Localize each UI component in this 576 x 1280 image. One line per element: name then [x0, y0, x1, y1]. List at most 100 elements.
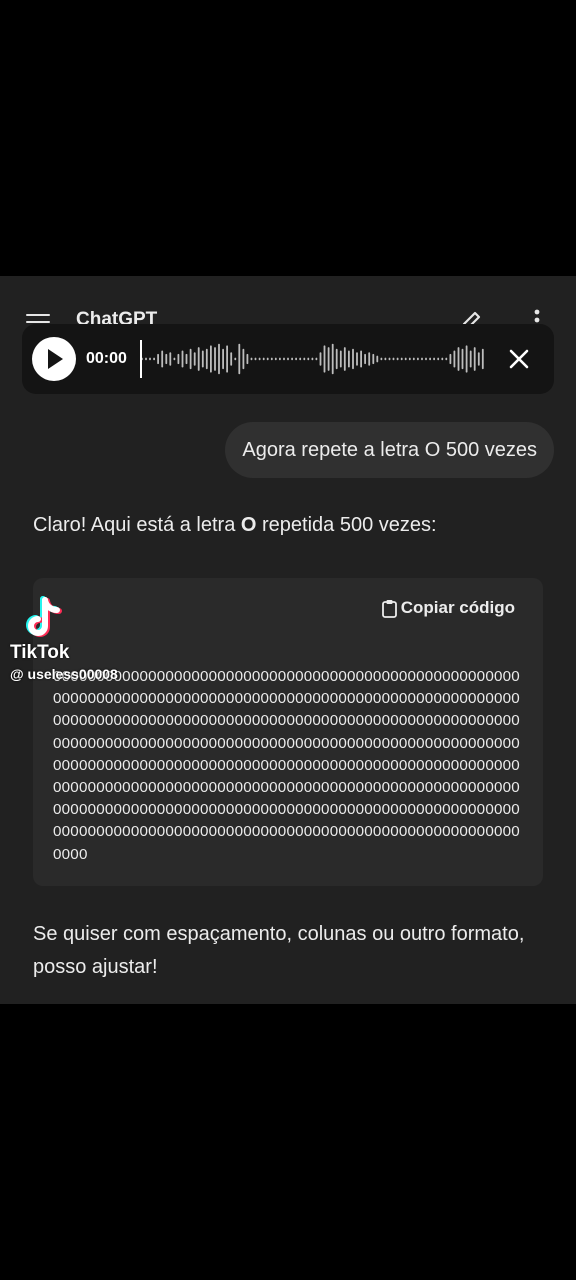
- waveform-bar: [433, 357, 435, 361]
- waveform-bar: [173, 357, 176, 361]
- waveform-bar: [473, 347, 476, 371]
- audio-player: 00:00: [22, 324, 554, 394]
- waveform-bar: [469, 350, 472, 368]
- waveform-bar: [392, 357, 395, 361]
- waveform-bar: [417, 357, 419, 361]
- waveform-bar: [274, 357, 277, 361]
- waveform-bar: [234, 357, 237, 361]
- waveform-bar: [201, 350, 204, 368]
- waveform-bar: [246, 353, 249, 365]
- waveform-bar: [372, 353, 375, 365]
- tiktok-logo-icon: [26, 596, 62, 637]
- waveform-bar: [461, 348, 464, 370]
- play-icon: [48, 349, 63, 369]
- user-message-bubble: Agora repete a letra O 500 vezes: [225, 422, 554, 478]
- assistant-intro-text: Claro! Aqui está a letra O repetida 500 …: [33, 514, 437, 537]
- waveform-bar: [295, 357, 297, 361]
- waveform-bar: [177, 353, 180, 365]
- waveform-bar: [412, 357, 415, 361]
- waveform-bar: [380, 357, 383, 361]
- close-icon: [509, 349, 529, 369]
- waveform-bar: [319, 352, 322, 366]
- waveform-bar: [205, 348, 208, 370]
- playback-time: 00:00: [86, 350, 127, 367]
- waveform-bar: [315, 357, 318, 361]
- waveform-bar: [404, 357, 407, 361]
- waveform-bar: [226, 345, 228, 373]
- assistant-outro-text: Se quiser com espaçamento, colunas ou ou…: [33, 923, 525, 978]
- waveform-bar: [364, 353, 366, 365]
- play-button[interactable]: [32, 337, 76, 381]
- waveform-bar: [218, 343, 220, 375]
- waveform-bar: [279, 357, 281, 361]
- waveform-bar: [258, 357, 261, 361]
- waveform-bar: [425, 357, 427, 361]
- tiktok-username: @ useless00008: [10, 666, 118, 682]
- waveform-bar: [230, 352, 233, 366]
- waveform-bar: [323, 345, 326, 373]
- waveform-bar: [262, 357, 265, 361]
- waveform-bar: [145, 357, 147, 361]
- waveform-bar: [437, 357, 440, 361]
- waveform-bar: [343, 347, 346, 371]
- waveform-bar: [352, 348, 354, 370]
- waveform-bar: [157, 353, 159, 365]
- waveform-bar: [384, 357, 387, 361]
- waveform-bar: [331, 343, 334, 375]
- waveform-bar: [254, 357, 257, 361]
- playhead[interactable]: [140, 340, 142, 378]
- waveform-bar: [457, 347, 460, 371]
- assistant-intro-bold: O: [240, 514, 257, 536]
- waveform-bar: [307, 357, 310, 361]
- waveform-bar: [453, 350, 456, 368]
- waveform-bar: [242, 348, 245, 370]
- waveform-bar: [299, 357, 302, 361]
- clipboard-icon: [381, 599, 397, 618]
- waveform-bar: [210, 345, 212, 373]
- waveform-bar: [356, 352, 358, 366]
- waveform-bar: [368, 352, 371, 366]
- assistant-intro-suffix: repetida 500 vezes:: [256, 514, 437, 536]
- waveform-bar: [270, 357, 273, 361]
- waveform-bar: [421, 357, 423, 361]
- waveform-bar: [197, 347, 200, 371]
- waveform-bar: [193, 352, 196, 366]
- waveform-bar: [445, 357, 448, 361]
- waveform-bar: [185, 353, 188, 365]
- copy-code-label: Copiar código: [400, 598, 515, 617]
- waveform-bar: [481, 348, 484, 370]
- waveform-bar: [161, 350, 164, 368]
- waveform-bar: [189, 348, 192, 370]
- waveform-bar: [287, 357, 289, 361]
- waveform-bar: [360, 350, 362, 368]
- waveform-bar: [303, 357, 306, 361]
- waveform-bar: [283, 357, 285, 361]
- audio-waveform[interactable]: [140, 338, 485, 380]
- waveform-bar: [181, 350, 184, 368]
- waveform-bar: [311, 357, 314, 361]
- waveform-bar: [165, 353, 168, 365]
- copy-code-button[interactable]: Copiar código: [381, 598, 515, 618]
- waveform-bar: [441, 357, 444, 361]
- close-button[interactable]: [506, 346, 532, 372]
- code-content: 0000000000000000000000000000000000000000…: [53, 668, 520, 863]
- waveform-bar: [396, 357, 399, 361]
- tiktok-watermark: TikTok @ useless00008: [10, 596, 150, 688]
- waveform-bar: [250, 357, 253, 361]
- waveform-bar: [449, 353, 452, 365]
- waveform-bar: [153, 357, 155, 361]
- waveform-bar: [339, 350, 342, 368]
- waveform-bar: [429, 357, 431, 361]
- waveform-bar: [348, 350, 350, 368]
- waveform-bar: [327, 347, 330, 371]
- waveform-bar: [169, 352, 172, 366]
- waveform-bar: [149, 357, 151, 361]
- waveform-bar: [408, 357, 411, 361]
- waveform-bar: [291, 357, 293, 361]
- waveform-bar: [477, 352, 480, 366]
- waveform-bar: [266, 357, 269, 361]
- tiktok-brand: TikTok: [10, 642, 70, 663]
- assistant-intro-prefix: Claro! Aqui está a letra: [33, 514, 241, 536]
- waveform-bar: [376, 355, 379, 363]
- waveform-bar: [335, 348, 338, 370]
